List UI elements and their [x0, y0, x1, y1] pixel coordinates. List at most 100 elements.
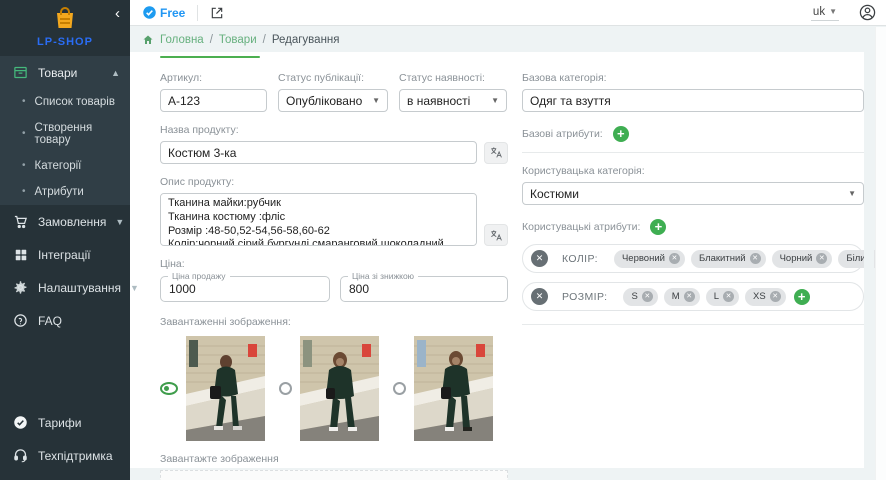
- product-name-input[interactable]: [160, 141, 477, 164]
- external-link-icon: [210, 6, 224, 20]
- home-icon: [142, 34, 154, 46]
- price-label: Ціна продажу: [168, 271, 230, 281]
- sidebar-item-attributes[interactable]: • Атрибути: [0, 179, 130, 205]
- divider: [522, 152, 864, 153]
- value-chip: Блакитний ✕: [691, 250, 766, 268]
- breadcrumb-separator: /: [210, 34, 213, 46]
- value-chip: Чорний✕: [772, 250, 833, 268]
- edit-product-form: Артикул: Статус публікації: Опубліковано…: [130, 52, 866, 468]
- sidebar-item-categories[interactable]: • Категорії: [0, 153, 130, 179]
- image-dropzone[interactable]: [160, 470, 508, 480]
- value-chip: L✕: [706, 288, 739, 306]
- language-value: uk: [813, 6, 825, 18]
- sidebar-item-faq[interactable]: FAQ: [0, 304, 130, 337]
- breadcrumb-home[interactable]: Головна: [160, 34, 204, 46]
- breadcrumb-current: Редагування: [272, 34, 340, 46]
- help-circle-icon: [12, 312, 29, 329]
- remove-value-icon[interactable]: ✕: [642, 291, 653, 302]
- logo[interactable]: LP-SHOP ‹: [0, 0, 130, 56]
- add-base-attribute-button[interactable]: +: [613, 126, 629, 142]
- image-radio-1[interactable]: [160, 382, 178, 395]
- publish-status-value: Опубліковано: [286, 94, 362, 108]
- remove-value-icon[interactable]: ✕: [684, 291, 695, 302]
- add-custom-attribute-button[interactable]: +: [650, 219, 666, 235]
- product-photo[interactable]: [300, 336, 379, 441]
- logo-text: LP-SHOP: [0, 36, 130, 48]
- attribute-name: РОЗМІР:: [562, 291, 607, 303]
- image-radio-3[interactable]: [393, 382, 406, 395]
- sidebar-item-products[interactable]: Товари ▲: [0, 56, 130, 89]
- base-category-wrap: Базова категорія:: [522, 72, 864, 112]
- settings-gear-icon: [12, 279, 29, 296]
- publish-status-select[interactable]: Опубліковано ▼: [278, 89, 388, 112]
- cart-icon: [12, 213, 29, 230]
- remove-value-icon[interactable]: ✕: [770, 291, 781, 302]
- chevron-down-icon: ▼: [115, 217, 124, 227]
- remove-value-icon[interactable]: ✕: [816, 253, 827, 264]
- custom-attributes-header: Користувацькі атрибути: +: [522, 219, 864, 235]
- description-textarea[interactable]: Тканина майки:рубчик Тканина костюму :фл…: [160, 193, 477, 246]
- image-option-2: [279, 336, 379, 441]
- base-attributes-header: Базові атрибути: +: [522, 126, 864, 142]
- stock-status-select[interactable]: в наявності ▼: [399, 89, 507, 112]
- divider: [522, 324, 864, 325]
- chip-label: Блакитний: [699, 253, 746, 264]
- attribute-name: КОЛІР:: [562, 253, 598, 265]
- language-select[interactable]: uk ▼: [811, 5, 839, 21]
- sidebar-collapse-icon[interactable]: ‹: [115, 6, 120, 21]
- sidebar-item-settings[interactable]: Налаштування ▼: [0, 271, 130, 304]
- chevron-up-icon: ▲: [111, 68, 120, 78]
- active-tab-indicator: [160, 56, 260, 58]
- remove-value-icon[interactable]: ✕: [669, 253, 680, 264]
- value-chip: S✕: [623, 288, 657, 306]
- image-option-1: [160, 336, 265, 441]
- headset-icon: [12, 447, 29, 464]
- remove-attribute-button[interactable]: ✕: [531, 250, 548, 267]
- discount-price-label: Ціна зі знижкою: [348, 271, 418, 281]
- sidebar-item-product-list[interactable]: • Список товарів: [0, 89, 130, 115]
- discount-price-input[interactable]: [349, 282, 499, 296]
- remove-value-icon[interactable]: ✕: [723, 291, 734, 302]
- upload-label: Завантажте зображення: [160, 453, 508, 465]
- custom-category-value: Костюми: [530, 187, 579, 201]
- publish-status-label: Статус публікації:: [278, 72, 388, 84]
- sidebar-subitem-label: Список товарів: [35, 96, 115, 108]
- attribute-row-size: ✕ РОЗМІР: S✕ M✕ L✕ XS✕ +: [522, 282, 864, 311]
- bullet-icon: •: [22, 97, 26, 107]
- product-photo[interactable]: [186, 336, 265, 441]
- add-value-button[interactable]: +: [794, 289, 810, 305]
- chip-label: S: [631, 291, 637, 302]
- sidebar-item-label: Налаштування: [38, 281, 121, 295]
- stock-status-value: в наявності: [407, 94, 470, 108]
- user-avatar-button[interactable]: [859, 4, 876, 21]
- translate-button[interactable]: [484, 224, 508, 246]
- remove-value-icon[interactable]: ✕: [750, 253, 761, 264]
- plan-badge[interactable]: Free: [142, 5, 185, 20]
- sidebar-subitem-label: Створення товару: [35, 122, 124, 146]
- products-box-icon: [12, 64, 29, 81]
- sidebar-item-orders[interactable]: Замовлення ▼: [0, 205, 130, 238]
- translate-icon: [490, 146, 503, 159]
- sidebar-subitem-label: Атрибути: [35, 186, 84, 198]
- external-link-button[interactable]: [210, 6, 224, 20]
- attribute-row-color: ✕ КОЛІР: Червоний✕ Блакитний✕ Чорний✕ Бі…: [522, 244, 864, 273]
- base-category-input[interactable]: [522, 89, 864, 112]
- remove-attribute-button[interactable]: ✕: [531, 288, 548, 305]
- sidebar-item-create-product[interactable]: • Створення товару: [0, 115, 130, 153]
- sidebar-item-support[interactable]: Техпідтримка: [0, 439, 130, 472]
- sidebar-subitem-label: Категорії: [35, 160, 82, 172]
- breadcrumb-products[interactable]: Товари: [219, 34, 257, 46]
- sidebar-item-tariffs[interactable]: Тарифи: [0, 406, 130, 439]
- topbar-right: uk ▼: [811, 4, 876, 21]
- sidebar-item-integrations[interactable]: Інтеграції: [0, 238, 130, 271]
- chip-label: XS: [753, 291, 766, 302]
- page-scrollbar[interactable]: [875, 27, 886, 480]
- product-photo[interactable]: [414, 336, 493, 441]
- custom-category-select[interactable]: Костюми ▼: [522, 182, 864, 205]
- translate-button[interactable]: [484, 142, 508, 164]
- price-input[interactable]: [169, 282, 321, 296]
- image-radio-2[interactable]: [279, 382, 292, 395]
- stock-status-label: Статус наявності:: [399, 72, 507, 84]
- bullet-icon: •: [22, 187, 26, 197]
- sku-input[interactable]: [160, 89, 267, 112]
